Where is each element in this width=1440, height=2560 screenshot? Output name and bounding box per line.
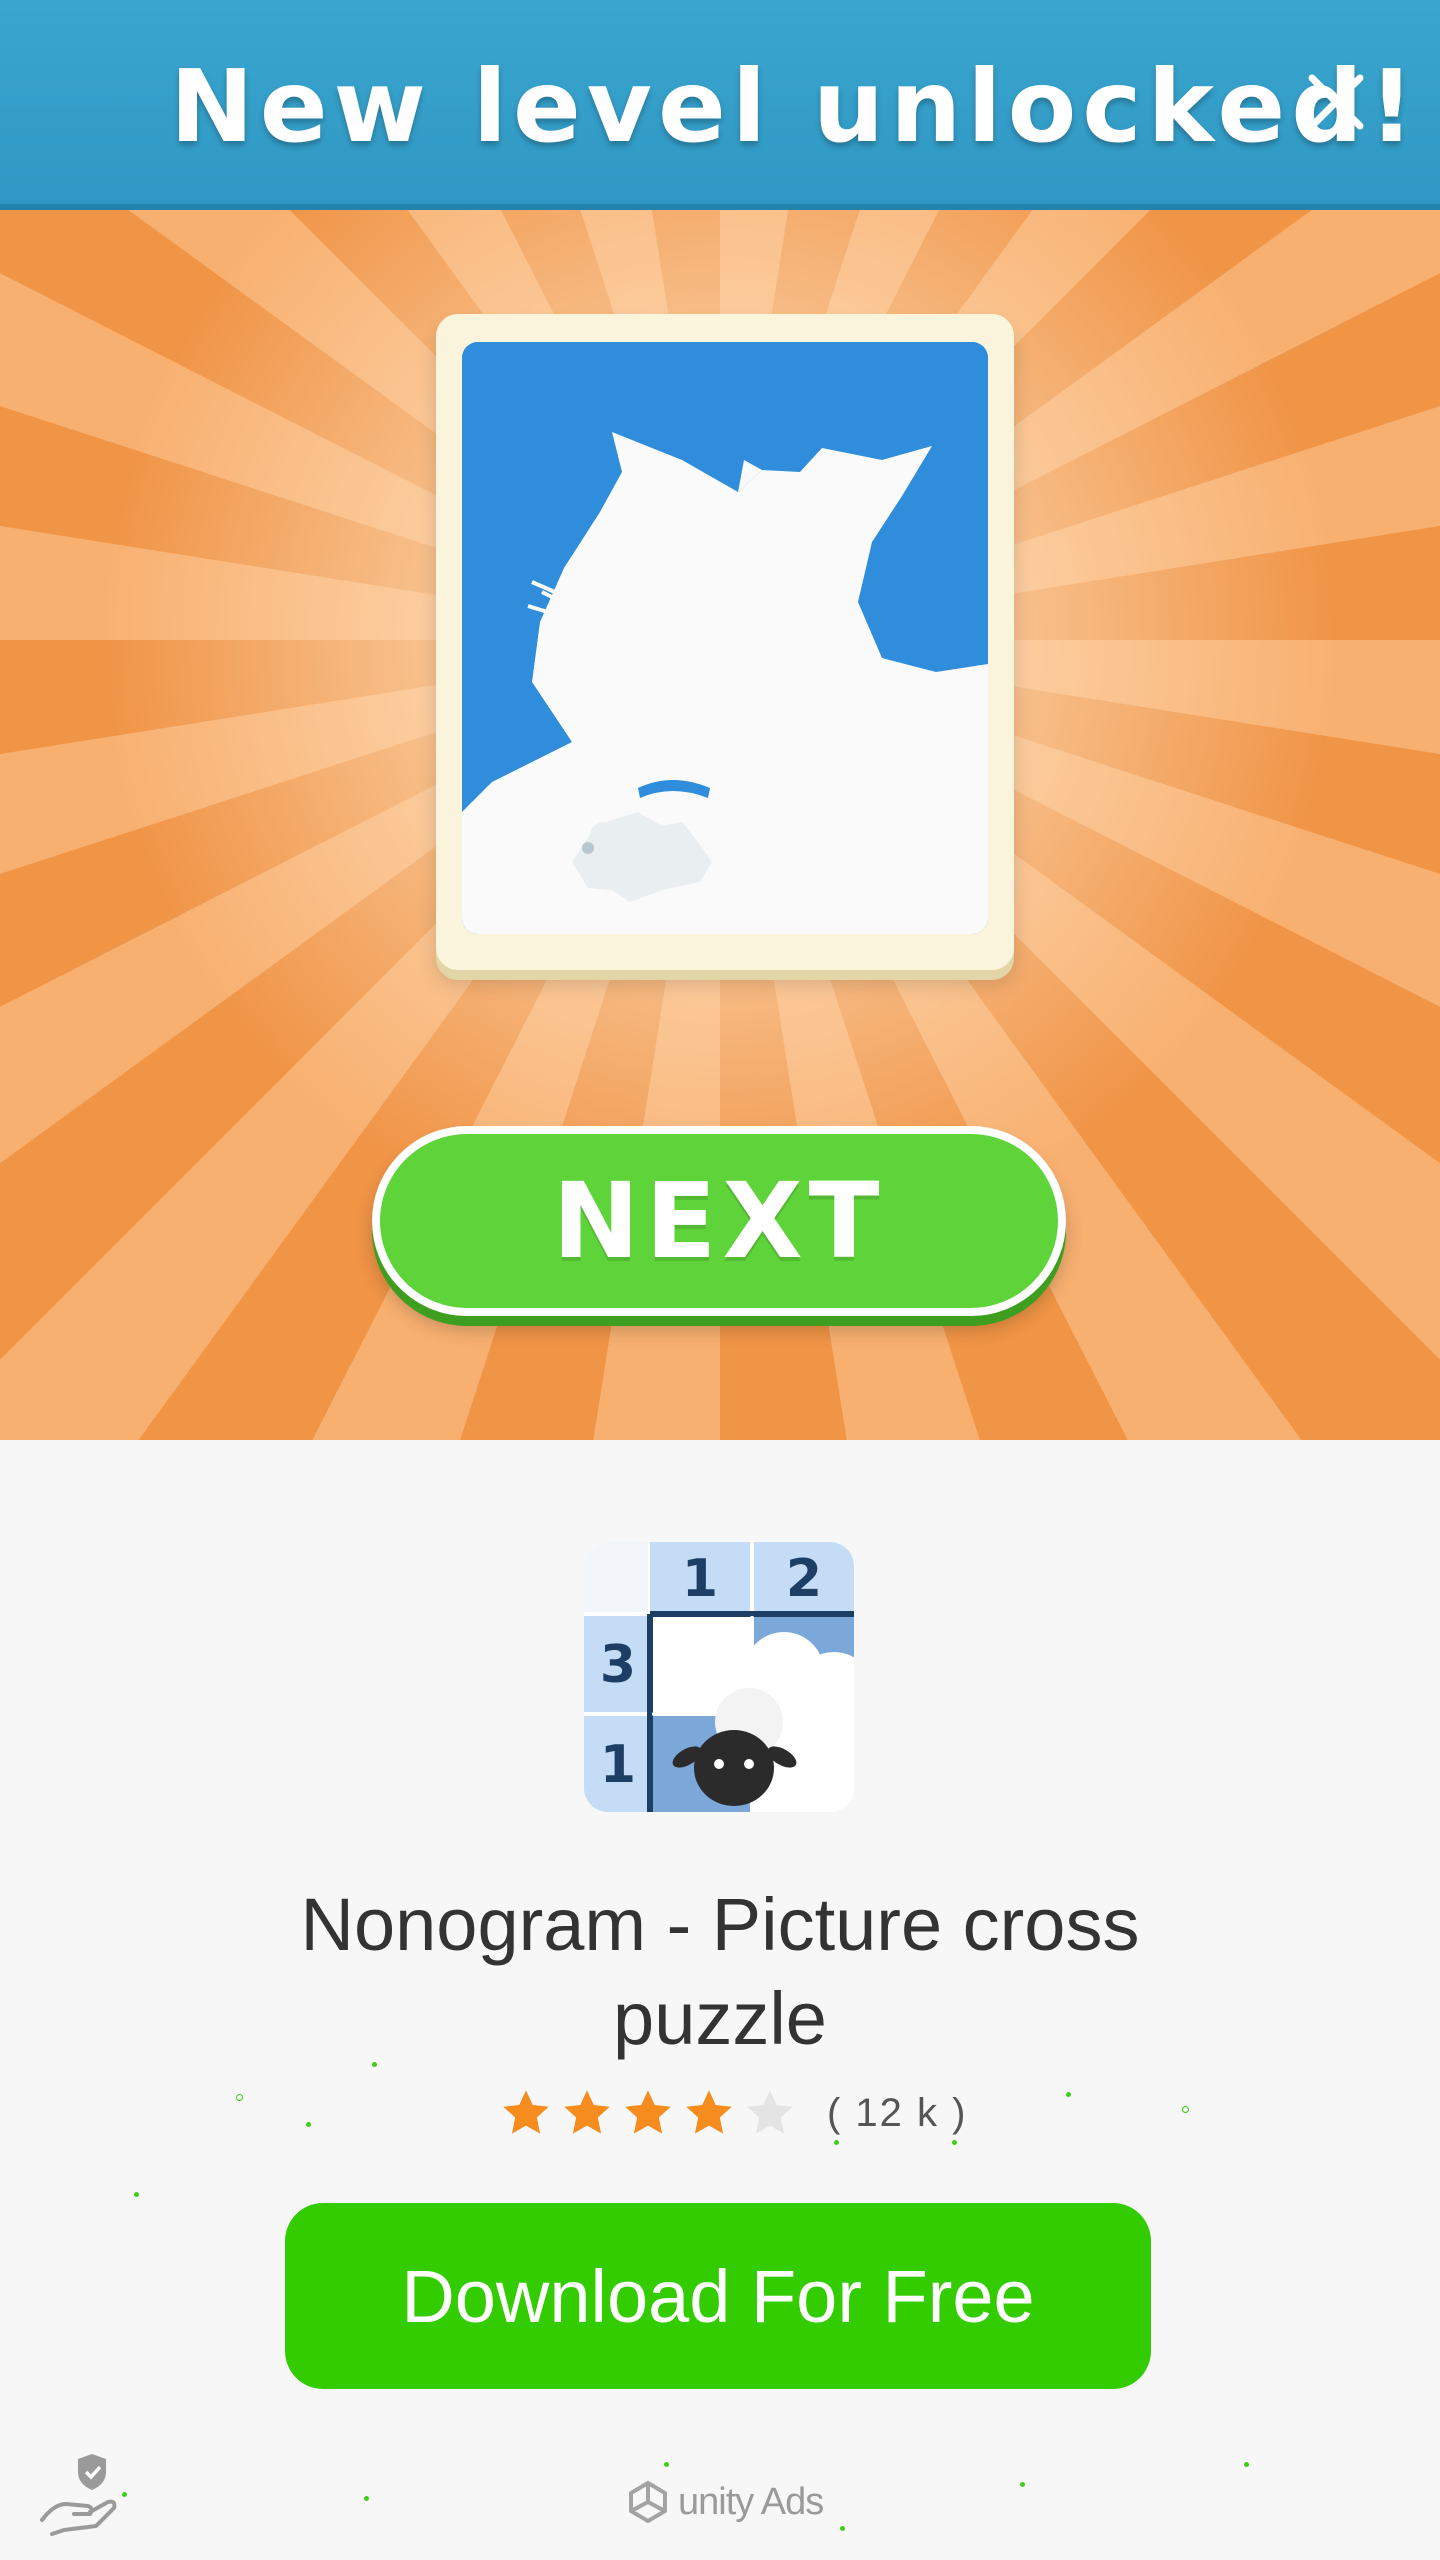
confetti-dot — [840, 2526, 845, 2531]
clue-col1: 1 — [682, 1549, 718, 1609]
app-icon-graphic: 1 2 3 1 — [584, 1542, 854, 1812]
unity-ads-label: unity Ads — [678, 2480, 824, 2523]
confetti-dot — [122, 2492, 127, 2497]
confetti-dot — [236, 2094, 243, 2101]
confetti-dot — [134, 2192, 139, 2197]
confetti-dot — [306, 2122, 311, 2127]
confetti-dot — [1182, 2106, 1189, 2113]
close-icon — [1308, 74, 1364, 130]
star-icon — [625, 2090, 671, 2134]
confetti-dot — [1066, 2092, 1071, 2097]
close-button[interactable] — [1296, 62, 1376, 142]
cat-silhouette-image — [462, 342, 988, 934]
star-icon — [503, 2090, 549, 2134]
confetti-dot — [1244, 2462, 1249, 2467]
confetti-dot — [834, 2140, 839, 2145]
star-icon — [564, 2090, 610, 2134]
download-button[interactable]: Download For Free — [285, 2203, 1151, 2389]
rating-stars: ( 12 k ) — [500, 2083, 967, 2143]
unity-ads-logo: unity Ads — [626, 2476, 824, 2528]
ad-creative[interactable]: New level unlocked! NEXT — [0, 0, 1440, 1440]
confetti-dot — [364, 2496, 369, 2501]
unity-logo-icon — [629, 2480, 667, 2524]
next-button-label: NEXT — [552, 1160, 886, 1282]
privacy-shield-hand-icon[interactable] — [36, 2446, 126, 2536]
next-button[interactable]: NEXT — [372, 1126, 1066, 1316]
banner-title: New level unlocked! — [170, 48, 1421, 165]
rating-count: ( 12 k ) — [827, 2090, 968, 2135]
star-icon — [686, 2090, 732, 2134]
level-card — [436, 314, 1014, 970]
confetti-dot — [1020, 2482, 1025, 2487]
star-icon — [747, 2090, 793, 2134]
clue-row1: 3 — [600, 1635, 636, 1695]
nonogram-app-icon[interactable]: 1 2 3 1 — [584, 1542, 854, 1812]
confetti-dot — [952, 2140, 957, 2145]
confetti-dot — [664, 2462, 669, 2467]
level-picture — [462, 342, 988, 934]
end-card: 1 2 3 1 Nonogram - Picture cross puzzle — [0, 1440, 1440, 2560]
clue-col2: 2 — [786, 1549, 822, 1609]
top-banner: New level unlocked! — [0, 0, 1440, 210]
clue-row2: 1 — [600, 1735, 636, 1795]
confetti-dot — [372, 2062, 377, 2067]
download-button-label: Download For Free — [401, 2254, 1035, 2338]
app-title: Nonogram - Picture cross puzzle — [300, 1883, 1140, 2060]
